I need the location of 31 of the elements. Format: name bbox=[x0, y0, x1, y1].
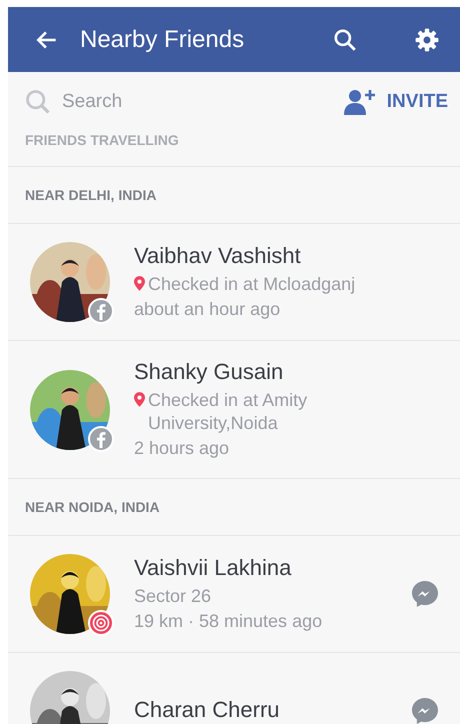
friend-name: Vaibhav Vashisht bbox=[134, 243, 302, 269]
section-header: NEAR DELHI, INDIA bbox=[25, 187, 156, 203]
messenger-icon[interactable] bbox=[410, 696, 440, 724]
settings-icon[interactable] bbox=[414, 26, 440, 52]
search-icon[interactable] bbox=[332, 26, 358, 52]
friend-row[interactable]: Vaibhav Vashisht Checked in at Mcloadganj about an hour ago bbox=[8, 224, 460, 341]
section-header: NEAR NOIDA, INDIA bbox=[25, 499, 160, 515]
status-text: about an hour ago bbox=[134, 298, 280, 321]
friend-row[interactable]: Shanky Gusain Checked in at Amity University,Noida 2 hours ago bbox=[8, 341, 460, 479]
search-icon bbox=[24, 88, 52, 116]
add-person-icon bbox=[342, 88, 377, 116]
invite-button[interactable]: INVITE bbox=[338, 84, 452, 120]
friend-name: Charan Cherru bbox=[134, 697, 281, 723]
friend-row[interactable]: Vaishvii Lakhina Sector 26 19 km · 58 minutes ago bbox=[8, 536, 460, 653]
status-text: Checked in at Mcloadganj bbox=[148, 273, 356, 296]
friend-name: Vaishvii Lakhina bbox=[134, 555, 292, 581]
friend-name: Shanky Gusain bbox=[134, 359, 284, 385]
target-badge-icon bbox=[88, 610, 114, 636]
location-pin-icon bbox=[134, 276, 145, 291]
screen-title: Nearby Friends bbox=[80, 26, 246, 54]
status-text: 2 hours ago bbox=[134, 437, 230, 460]
friend-row[interactable]: Charan Cherru bbox=[8, 653, 460, 724]
status-text: Sector 26 bbox=[134, 585, 212, 608]
status-text: 19 km · 58 minutes ago bbox=[134, 610, 322, 633]
messenger-icon[interactable] bbox=[410, 579, 440, 609]
status-text: Checked in at Amity University,Noida bbox=[148, 389, 308, 435]
section-header: FRIENDS TRAVELLING bbox=[25, 132, 179, 148]
search-field[interactable]: Search bbox=[62, 89, 212, 115]
facebook-badge-icon bbox=[88, 298, 114, 324]
facebook-badge-icon bbox=[88, 426, 114, 452]
location-pin-icon bbox=[134, 392, 145, 407]
